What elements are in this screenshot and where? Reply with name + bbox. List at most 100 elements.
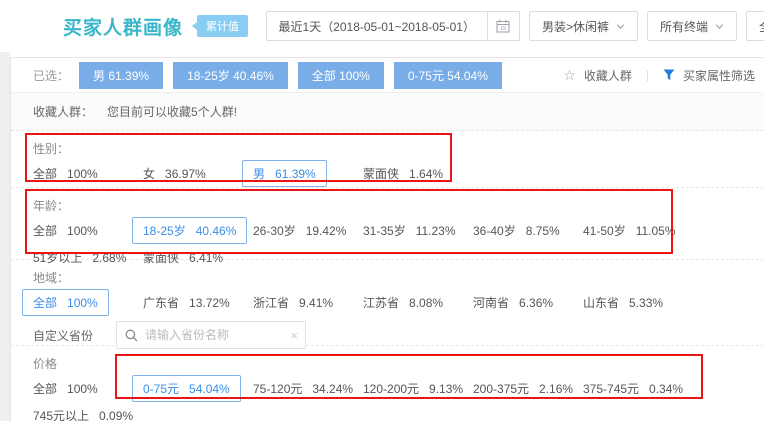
option-value: 54.04% — [189, 382, 230, 396]
option-text[interactable]: 745元以上0.09% — [33, 407, 133, 421]
favorite-groups-message: 您目前可以收藏5个人群! — [107, 103, 237, 120]
page-left-gutter — [0, 50, 10, 421]
option-text[interactable]: 全部100% — [22, 289, 109, 316]
option-text[interactable]: 全部100% — [33, 165, 98, 182]
selected-filter-tag[interactable]: 0-75元 54.04% — [394, 62, 502, 89]
clear-input-icon[interactable]: × — [290, 328, 298, 343]
option-value: 2.68% — [92, 251, 126, 265]
option[interactable]: 375-745元0.34% — [583, 380, 693, 397]
section-label-price: 价格 — [33, 355, 764, 372]
option-text[interactable]: 山东省5.33% — [583, 294, 663, 311]
option-text[interactable]: 75-120元34.24% — [253, 380, 353, 397]
option-name: 0-75元 — [143, 382, 179, 396]
option-text[interactable]: 200-375元2.16% — [473, 380, 573, 397]
option-name: 全部 — [33, 167, 57, 181]
calendar-button[interactable]: 15 — [487, 12, 519, 40]
selected-filter-tag[interactable]: 18-25岁 40.46% — [173, 62, 288, 89]
selected-filter-tag[interactable]: 全部 100% — [298, 62, 384, 89]
selected-tags: 男 61.39% 18-25岁 40.46% 全部 100% 0-75元 54.04% — [79, 62, 563, 89]
option-row: 全部100%广东省13.72% 浙江省9.41% 江苏省8.08% 河南省6.36% 山… — [33, 294, 764, 311]
filter-panel: 已选： 男 61.39%18-25岁 40.46%全部 100%0-75元 54… — [10, 57, 764, 421]
option[interactable]: 26-30岁 19.42% — [253, 222, 363, 239]
section-price: 价格全部100% 0-75元 54.04% 75-120元34.24% 120-200元… — [11, 346, 764, 421]
option-name: 男 — [253, 167, 265, 181]
option[interactable]: 广东省13.72% — [143, 294, 253, 311]
option[interactable]: 745元以上0.09% — [33, 407, 143, 421]
option-text[interactable]: 26-30岁 19.42% — [253, 222, 346, 239]
option-text[interactable]: 375-745元0.34% — [583, 380, 683, 397]
svg-text:15: 15 — [500, 26, 506, 32]
clipped-select[interactable]: 全 — [746, 11, 764, 41]
option-name: 全部 — [33, 224, 57, 238]
buyer-attribute-filter-link[interactable]: 买家属性筛选 — [683, 67, 755, 84]
option[interactable]: 浙江省9.41% — [253, 294, 363, 311]
option[interactable]: 蒙面侠1.64% — [363, 165, 473, 182]
option[interactable]: 120-200元9.13% — [363, 380, 473, 397]
option[interactable]: 全部100% — [33, 380, 143, 397]
option-text[interactable]: 女36.97% — [143, 165, 206, 182]
option-text[interactable]: 41-50岁11.05% — [583, 222, 676, 239]
option-text[interactable]: 蒙面侠 6.41% — [143, 249, 223, 266]
option-text[interactable]: 男61.39% — [242, 160, 327, 187]
section-age: 年龄：全部100%18-25岁40.46%26-30岁19.42%31-35岁1… — [11, 188, 764, 260]
selected-filter-tag[interactable]: 男 61.39% — [79, 62, 163, 89]
option-selected[interactable]: 全部100% — [33, 294, 143, 311]
option-value: 13.72% — [189, 296, 230, 310]
option-row: 全部100% 女36.97% 男61.39%蒙面侠1.64% — [33, 165, 764, 182]
category-select[interactable]: 男装>休闲裤 — [529, 11, 638, 41]
option-value: 6.36% — [519, 296, 553, 310]
option-text[interactable]: 18-25岁40.46% — [132, 217, 247, 244]
province-search-box[interactable]: × — [116, 321, 306, 349]
option[interactable]: 51岁以上2.68% — [33, 249, 143, 266]
option[interactable]: 河南省6.36% — [473, 294, 583, 311]
option-name: 浙江省 — [253, 296, 289, 310]
star-icon: ☆ — [563, 67, 576, 84]
option-text[interactable]: 31-35岁11.23% — [363, 222, 456, 239]
option-text[interactable]: 0-75元 54.04% — [132, 375, 241, 402]
option-text[interactable]: 36-40岁8.75% — [473, 222, 560, 239]
option-name: 蒙面侠 — [143, 251, 179, 265]
section-label-region: 地域： — [33, 269, 764, 286]
favorite-group-link[interactable]: 收藏人群 — [584, 67, 632, 84]
option-value: 8.08% — [409, 296, 443, 310]
option-name: 女 — [143, 167, 155, 181]
date-range-text[interactable]: 最近1天（2018-05-01~2018-05-01） — [267, 18, 487, 35]
option-value: 11.05% — [636, 224, 676, 238]
option-text[interactable]: 蒙面侠1.64% — [363, 165, 443, 182]
option-text[interactable]: 浙江省9.41% — [253, 294, 333, 311]
province-search-input[interactable] — [145, 328, 283, 342]
option-selected[interactable]: 0-75元 54.04% — [143, 380, 253, 397]
option-text[interactable]: 广东省13.72% — [143, 294, 230, 311]
option-text[interactable]: 江苏省8.08% — [363, 294, 443, 311]
option[interactable]: 蒙面侠 6.41% — [143, 249, 253, 266]
option-value: 0.34% — [649, 382, 683, 396]
option-text[interactable]: 全部100% — [33, 222, 98, 239]
option-name: 山东省 — [583, 296, 619, 310]
chevron-down-icon — [715, 22, 724, 31]
option-selected[interactable]: 男61.39% — [253, 165, 363, 182]
option-selected[interactable]: 18-25岁40.46% — [143, 222, 253, 239]
option-text[interactable]: 51岁以上2.68% — [33, 249, 126, 266]
option-value: 19.42% — [306, 224, 347, 238]
option[interactable]: 全部100% — [33, 222, 143, 239]
option[interactable]: 200-375元2.16% — [473, 380, 583, 397]
terminal-select[interactable]: 所有终端 — [647, 11, 737, 41]
custom-province-label: 自定义省份 — [33, 327, 116, 344]
option-text[interactable]: 120-200元9.13% — [363, 380, 463, 397]
option[interactable]: 36-40岁8.75% — [473, 222, 583, 239]
page-title: 买家人群画像 — [63, 13, 183, 40]
option[interactable]: 山东省5.33% — [583, 294, 693, 311]
option[interactable]: 江苏省8.08% — [363, 294, 473, 311]
option[interactable]: 31-35岁11.23% — [363, 222, 473, 239]
option-row: 全部100% 0-75元 54.04% 75-120元34.24% 120-200元9.… — [33, 380, 764, 397]
option-value: 6.41% — [189, 251, 223, 265]
option-value: 11.23% — [416, 224, 456, 238]
option[interactable]: 41-50岁11.05% — [583, 222, 693, 239]
date-range-picker[interactable]: 最近1天（2018-05-01~2018-05-01） 15 — [266, 11, 520, 41]
option[interactable]: 全部100% — [33, 165, 143, 182]
option[interactable]: 女36.97% — [143, 165, 253, 182]
option-name: 26-30岁 — [253, 224, 296, 238]
option[interactable]: 75-120元34.24% — [253, 380, 363, 397]
option-text[interactable]: 全部100% — [33, 380, 98, 397]
option-text[interactable]: 河南省6.36% — [473, 294, 553, 311]
